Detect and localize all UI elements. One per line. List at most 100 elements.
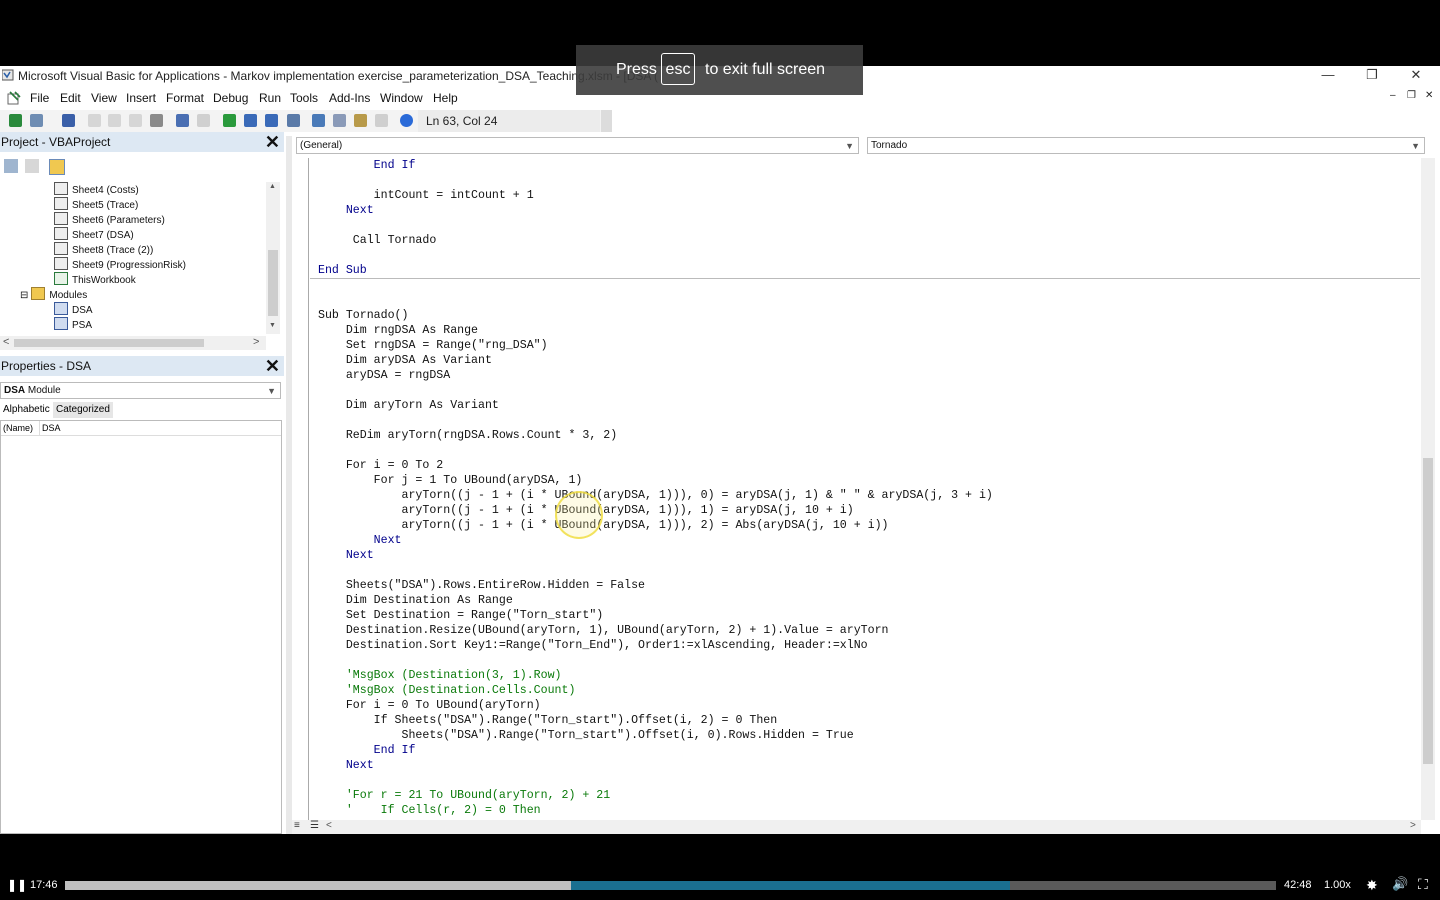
tab-alphabetic[interactable]: Alphabetic (3, 402, 50, 418)
code-line[interactable]: 'For r = 21 To UBound(aryTorn, 2) + 21 (318, 788, 610, 803)
scroll-down-icon[interactable]: ▼ (269, 322, 276, 329)
scroll-up-icon[interactable]: ▲ (269, 183, 276, 190)
fullscreen-icon[interactable]: ⛶ (1418, 876, 1428, 893)
tree-item-sheet9[interactable]: Sheet9 (ProgressionRisk) (54, 257, 186, 272)
code-line[interactable]: Next (318, 203, 374, 218)
code-line[interactable]: Sub Tornado() (318, 308, 408, 323)
code-line[interactable]: ReDim aryTorn(rngDSA.Rows.Count * 3, 2) (318, 428, 617, 443)
undo-icon[interactable] (176, 114, 189, 127)
scroll-thumb[interactable] (1423, 458, 1433, 764)
code-line[interactable]: 'MsgBox (Destination(3, 1).Row) (318, 668, 562, 683)
properties-pane-close-icon[interactable]: ✕ (265, 356, 280, 376)
excel-view-icon[interactable] (6, 90, 22, 106)
find-icon[interactable] (150, 114, 163, 127)
redo-icon[interactable] (197, 114, 210, 127)
insert-userform-icon[interactable] (30, 114, 43, 127)
menu-file[interactable]: File (30, 91, 49, 105)
module-view-icon[interactable]: ☰ (310, 820, 319, 831)
code-line[interactable]: Sheets("DSA").Range("Torn_start").Offset… (318, 728, 853, 743)
object-selector-dropdown[interactable]: DSA Module ▼ (0, 382, 281, 399)
code-line[interactable]: Dim rngDSA As Range (318, 323, 478, 338)
restore-button[interactable]: ❐ (1350, 66, 1394, 86)
project-horizontal-scrollbar[interactable]: < > (0, 336, 266, 350)
tree-item-thisworkbook[interactable]: ThisWorkbook (54, 272, 136, 287)
menu-window[interactable]: Window (380, 91, 423, 105)
run-icon[interactable] (223, 114, 236, 127)
excel-icon[interactable] (9, 114, 22, 127)
view-code-icon[interactable] (4, 159, 18, 173)
copy-icon[interactable] (108, 114, 121, 127)
procedure-dropdown[interactable]: Tornado ▼ (867, 137, 1425, 154)
scroll-right-icon[interactable]: > (253, 336, 259, 348)
tree-item-sheet6[interactable]: Sheet6 (Parameters) (54, 212, 165, 227)
menu-insert[interactable]: Insert (126, 91, 156, 105)
code-line[interactable]: Call Tornado (318, 233, 437, 248)
menu-add-ins[interactable]: Add-Ins (329, 91, 370, 105)
mdi-restore-button[interactable]: ❐ (1407, 90, 1416, 101)
pause-button[interactable]: ❚❚ (7, 878, 27, 892)
margin-indicator-bar[interactable] (308, 158, 309, 820)
view-object-icon[interactable] (25, 159, 39, 173)
scroll-left-icon[interactable]: < (3, 336, 9, 348)
tree-item-sheet4[interactable]: Sheet4 (Costs) (54, 182, 139, 197)
mdi-close-button[interactable]: ✕ (1425, 90, 1433, 101)
help-icon[interactable] (400, 114, 413, 127)
tree-item-psa[interactable]: PSA (54, 317, 92, 332)
code-line[interactable]: intCount = intCount + 1 (318, 188, 534, 203)
code-line[interactable]: 'MsgBox (Destination.Cells.Count) (318, 683, 576, 698)
toggle-folders-icon[interactable] (49, 159, 65, 175)
toolbar-options-icon[interactable] (601, 110, 612, 132)
tab-categorized[interactable]: Categorized (53, 402, 113, 418)
break-icon[interactable] (244, 114, 257, 127)
tree-item-dsa[interactable]: DSA (54, 302, 93, 317)
code-horizontal-scrollbar[interactable]: ≡ ☰ < > (292, 820, 1421, 834)
mdi-minimize-button[interactable]: – (1390, 90, 1396, 101)
property-row[interactable]: (Name) DSA (1, 421, 281, 436)
project-pane-close-icon[interactable]: ✕ (265, 132, 280, 152)
code-line[interactable]: For i = 0 To UBound(aryTorn) (318, 698, 541, 713)
collapse-icon[interactable]: ⊟ (20, 290, 28, 301)
code-line[interactable]: aryDSA = rngDSA (318, 368, 450, 383)
close-button[interactable]: ✕ (1394, 66, 1438, 86)
save-icon[interactable] (62, 114, 75, 127)
code-vertical-scrollbar[interactable] (1421, 158, 1435, 820)
scroll-thumb[interactable] (268, 250, 278, 316)
design-mode-icon[interactable] (287, 114, 300, 127)
code-line[interactable]: End Sub (318, 263, 367, 278)
tree-item-modules[interactable]: ⊟ Modules (20, 287, 87, 302)
menu-edit[interactable]: Edit (60, 91, 81, 105)
project-vertical-scrollbar[interactable]: ▲ ▼ (266, 182, 280, 334)
code-line[interactable]: aryTorn((j - 1 + (i * UBound(aryDSA, 1))… (318, 518, 888, 533)
volume-icon[interactable]: 🔊 (1392, 876, 1408, 892)
properties-window-icon[interactable] (333, 114, 346, 127)
code-line[interactable]: Set Destination = Range("Torn_start") (318, 608, 603, 623)
reset-icon[interactable] (265, 114, 278, 127)
settings-icon[interactable]: ✸ (1366, 877, 1378, 894)
code-line[interactable]: Dim aryDSA As Variant (318, 353, 492, 368)
code-line[interactable]: Dim aryTorn As Variant (318, 398, 499, 413)
code-line[interactable]: Next (318, 548, 374, 563)
scroll-thumb[interactable] (14, 339, 204, 347)
code-line[interactable]: Next (318, 533, 402, 548)
code-line[interactable]: Destination.Resize(UBound(aryTorn, 1), U… (318, 623, 889, 638)
code-line[interactable]: Sheets("DSA").Rows.EntireRow.Hidden = Fa… (318, 578, 645, 593)
property-value[interactable]: DSA (39, 421, 61, 435)
paste-icon[interactable] (129, 114, 142, 127)
code-line[interactable]: End If (318, 158, 416, 173)
tree-item-sheet8[interactable]: Sheet8 (Trace (2)) (54, 242, 153, 257)
code-line[interactable]: Next (318, 758, 374, 773)
seek-bar[interactable] (65, 881, 1276, 890)
toolbox-icon[interactable] (375, 114, 388, 127)
tree-item-sheet7[interactable]: Sheet7 (DSA) (54, 227, 134, 242)
tree-item-sheet5[interactable]: Sheet5 (Trace) (54, 197, 138, 212)
code-line[interactable]: For i = 0 To 2 (318, 458, 443, 473)
scroll-left-icon[interactable]: < (326, 820, 332, 831)
cut-icon[interactable] (88, 114, 101, 127)
minimize-button[interactable]: — (1306, 66, 1350, 86)
code-line[interactable]: End If (318, 743, 416, 758)
menu-view[interactable]: View (91, 91, 117, 105)
menu-run[interactable]: Run (259, 91, 281, 105)
scroll-right-icon[interactable]: > (1410, 820, 1416, 831)
code-line[interactable]: Set rngDSA = Range("rng_DSA") (318, 338, 548, 353)
menu-help[interactable]: Help (433, 91, 458, 105)
